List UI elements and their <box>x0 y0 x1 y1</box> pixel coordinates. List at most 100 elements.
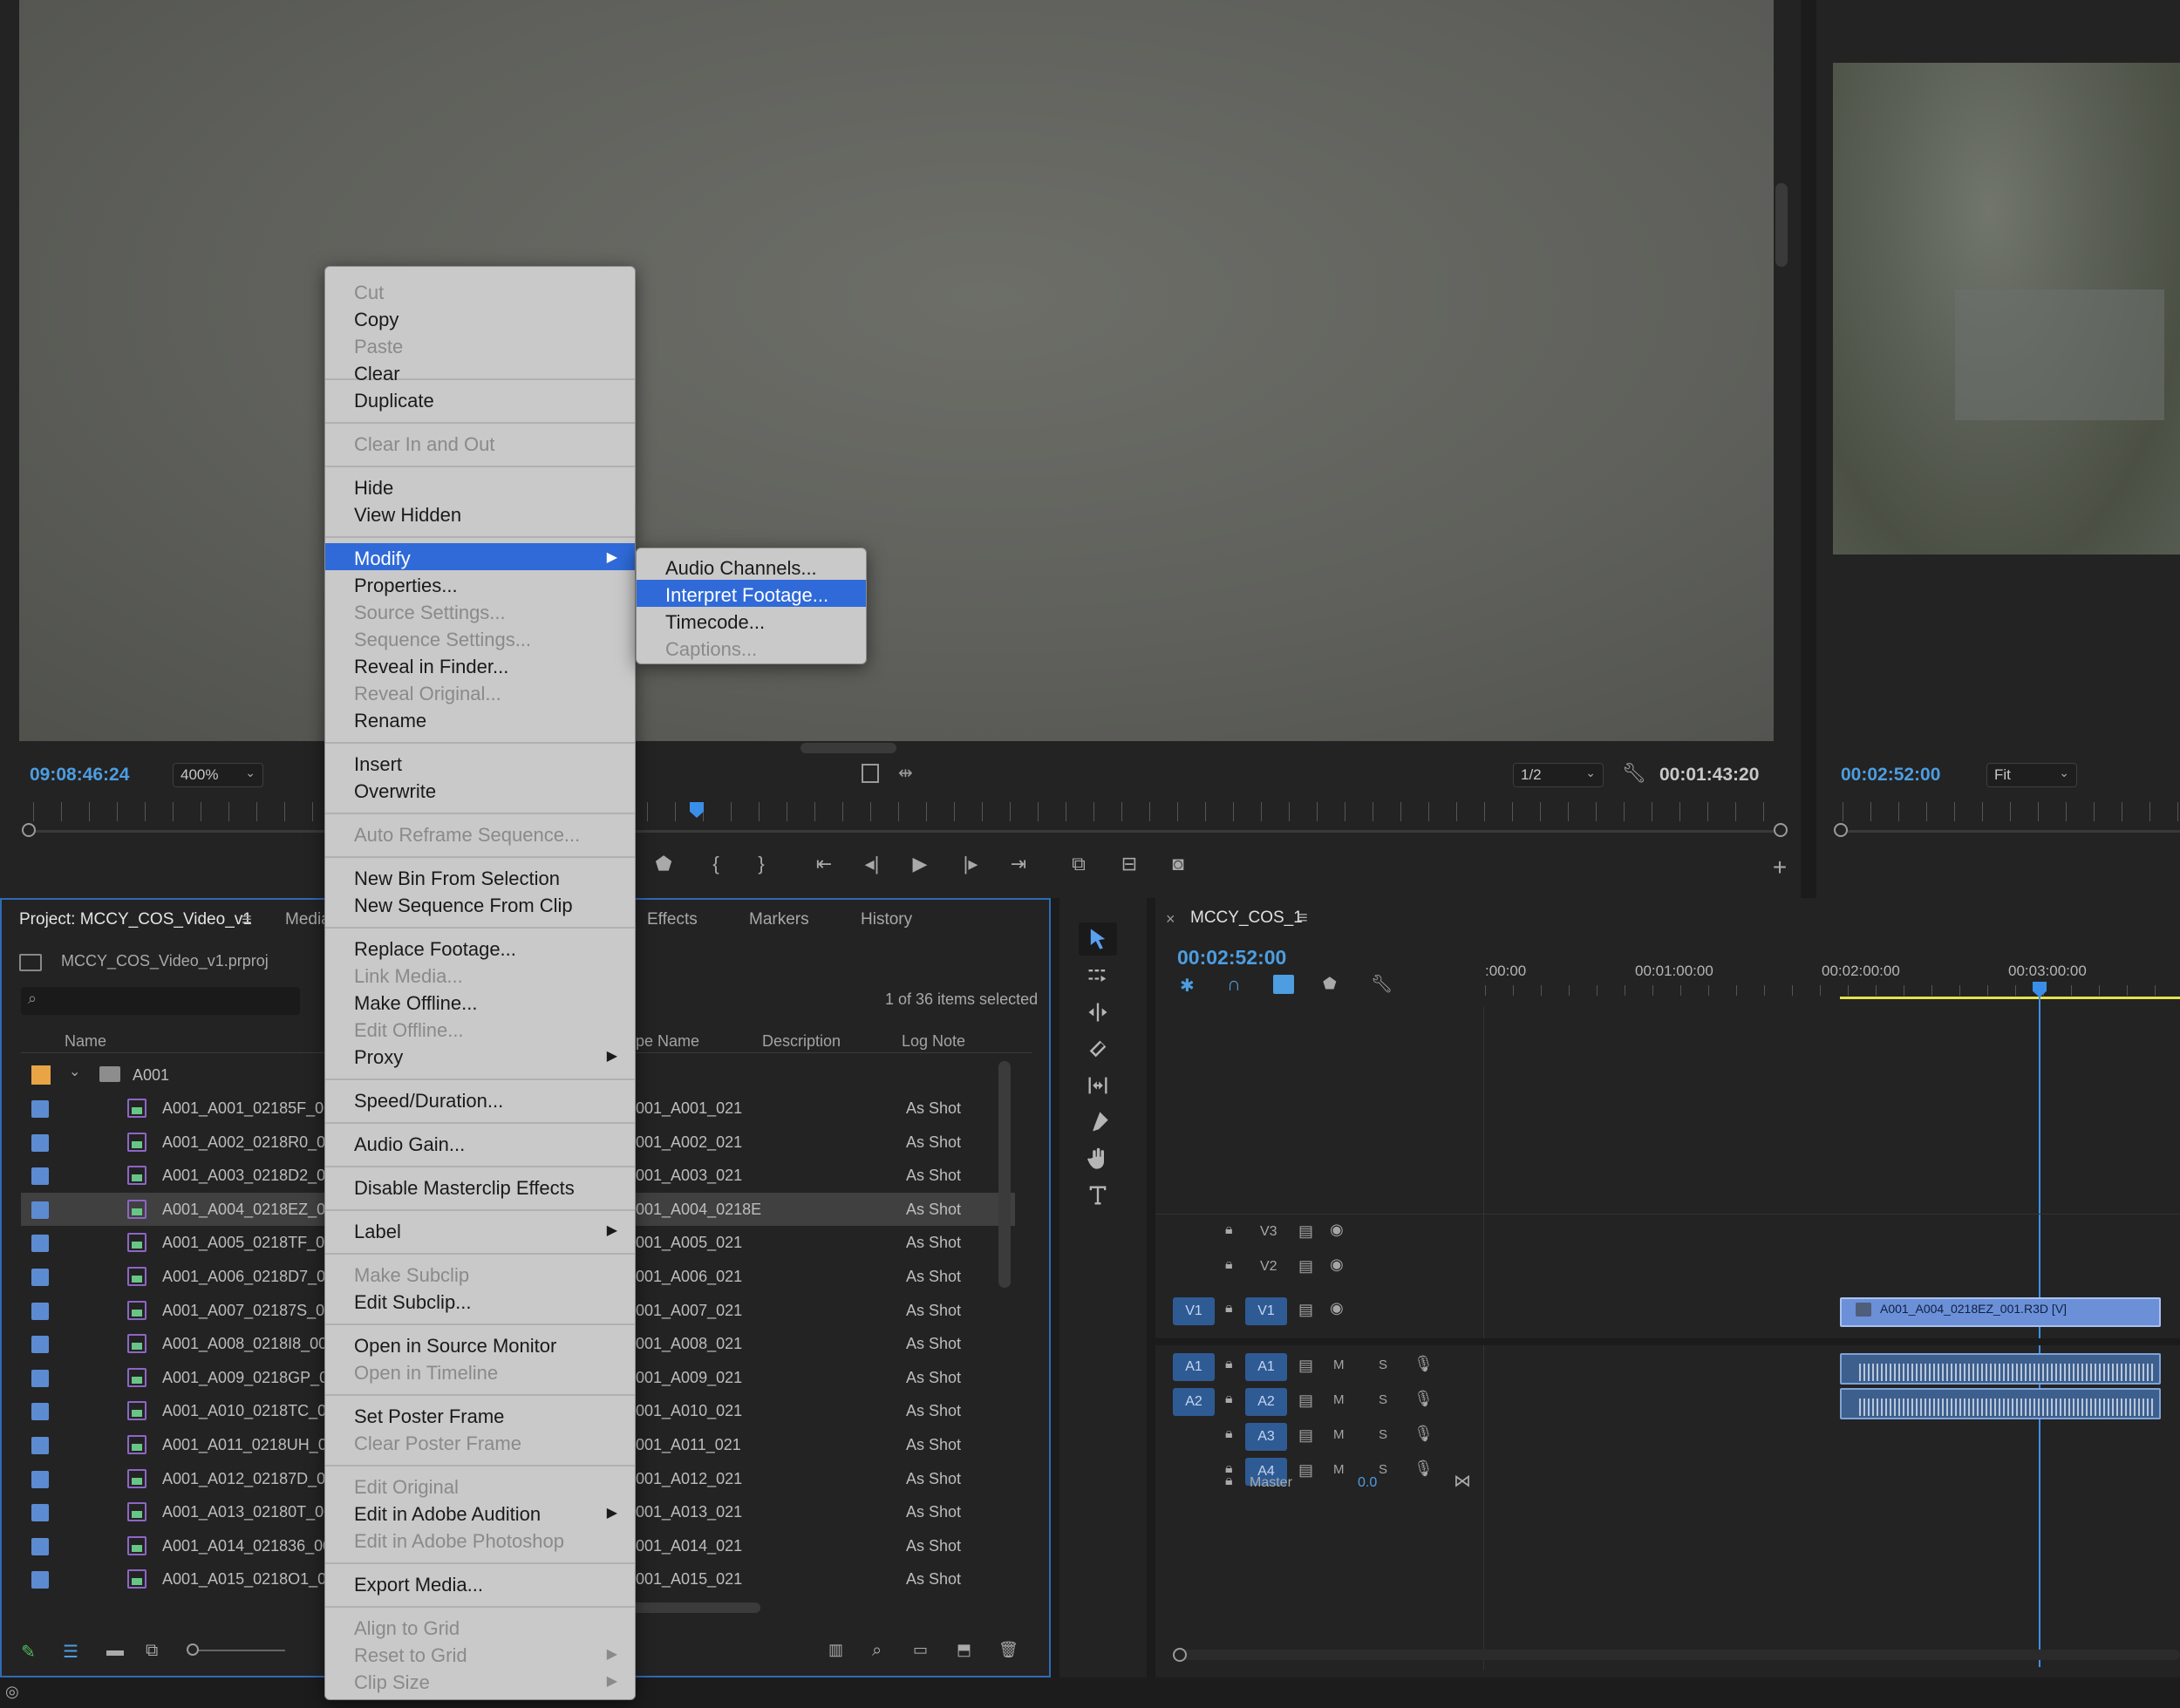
eye-icon[interactable]: ◉ <box>1330 1299 1344 1317</box>
camera-icon[interactable]: ◙ <box>1165 851 1191 877</box>
source-zoom-dropdown[interactable]: 400% ⌄ <box>173 763 263 787</box>
microphone-icon[interactable]: 🎙︎ <box>1414 1355 1434 1373</box>
marker-icon[interactable]: ⬟ <box>651 851 677 877</box>
menu-item[interactable]: Hide <box>325 473 635 500</box>
menu-item[interactable]: Export Media... <box>325 1569 635 1596</box>
lock-icon[interactable]: 🔒︎ <box>1225 1301 1233 1317</box>
new-item-icon[interactable]: ⬒ <box>957 1641 971 1659</box>
mark-out-icon[interactable]: } <box>748 851 774 877</box>
freeform-view-icon[interactable]: ⧉ <box>146 1641 158 1661</box>
audio-clip-a2[interactable] <box>1840 1388 2161 1419</box>
menu-item[interactable]: Make Offline... <box>325 988 635 1015</box>
source-scrollbar-horizontal[interactable] <box>800 743 896 753</box>
track-a2[interactable]: A2 <box>1245 1388 1287 1416</box>
mark-in-icon[interactable]: { <box>703 851 729 877</box>
step-back-icon[interactable]: ◂| <box>859 851 885 877</box>
source-video-frame[interactable] <box>19 0 1774 741</box>
solo-button[interactable]: S <box>1379 1427 1387 1442</box>
tab-effects[interactable]: Effects <box>647 910 698 929</box>
resolution-dropdown[interactable]: 1/2 ⌄ <box>1513 763 1604 787</box>
program-timecode[interactable]: 00:02:52:00 <box>1841 765 1940 786</box>
source-patch-v1[interactable]: V1 <box>1173 1297 1215 1325</box>
source-timecode[interactable]: 09:08:46:24 <box>30 765 129 786</box>
lock-icon[interactable]: 🔒︎ <box>1225 1257 1233 1273</box>
sync-lock-icon[interactable]: ▤ <box>1298 1257 1313 1276</box>
menu-item[interactable]: Proxy ▶ <box>325 1042 635 1069</box>
column-log-note[interactable]: Log Note <box>902 1032 965 1051</box>
razor-tool-icon[interactable] <box>1079 1032 1117 1065</box>
solo-button[interactable]: S <box>1379 1358 1387 1372</box>
type-tool-icon[interactable] <box>1079 1179 1117 1212</box>
selection-tool-icon[interactable] <box>1079 922 1117 956</box>
label-color-swatch[interactable] <box>31 1403 49 1421</box>
label-color-swatch[interactable] <box>31 1302 49 1320</box>
icon-view-icon[interactable]: ▬ <box>106 1641 124 1661</box>
microphone-icon[interactable]: 🎙︎ <box>1414 1460 1434 1478</box>
label-color-swatch[interactable] <box>31 1133 49 1152</box>
tab-markers[interactable]: Markers <box>749 910 809 929</box>
close-icon[interactable]: × <box>1166 910 1175 929</box>
submenu-item[interactable]: Interpret Footage... <box>637 580 866 607</box>
zoom-handle-right[interactable] <box>1774 823 1788 837</box>
sync-lock-icon[interactable]: ▤ <box>1298 1392 1313 1410</box>
menu-item[interactable]: Insert <box>325 749 635 776</box>
label-color-swatch[interactable] <box>31 1470 49 1488</box>
creative-cloud-icon[interactable]: ◎ <box>5 1683 19 1701</box>
menu-item[interactable]: Properties... <box>325 570 635 597</box>
microphone-icon[interactable]: 🎙︎ <box>1414 1390 1434 1408</box>
zoom-handle-left[interactable] <box>22 823 36 837</box>
label-color-swatch[interactable] <box>31 1437 49 1454</box>
mute-button[interactable]: M <box>1333 1358 1345 1372</box>
track-v1[interactable]: V1 <box>1245 1297 1287 1325</box>
label-color-swatch[interactable] <box>31 1504 49 1522</box>
track-v3[interactable]: V3 <box>1260 1224 1277 1240</box>
menu-item[interactable]: Disable Masterclip Effects <box>325 1173 635 1200</box>
add-marker-icon[interactable]: ⬟ <box>1323 975 1337 993</box>
project-search-input[interactable]: ⌕ <box>21 987 300 1015</box>
program-time-ruler[interactable] <box>1843 802 2180 821</box>
chevron-down-icon[interactable]: ⌄ <box>69 1063 80 1080</box>
submenu-item[interactable]: Timecode... <box>637 607 866 634</box>
mute-button[interactable]: M <box>1333 1427 1345 1442</box>
ripple-edit-tool-icon[interactable] <box>1079 996 1117 1029</box>
list-view-icon[interactable]: ☰ <box>63 1641 78 1663</box>
mute-button[interactable]: M <box>1333 1462 1345 1477</box>
label-color-swatch[interactable] <box>31 1571 49 1589</box>
timeline-timecode[interactable]: 00:02:52:00 <box>1177 946 1286 970</box>
panel-menu-icon[interactable]: ≡ <box>1298 908 1308 929</box>
menu-item[interactable]: Overwrite <box>325 776 635 803</box>
menu-item[interactable]: Edit Subclip... <box>325 1287 635 1314</box>
overwrite-icon[interactable]: ⊟ <box>1116 851 1142 877</box>
menu-item[interactable]: Replace Footage... <box>325 934 635 961</box>
label-color-swatch[interactable] <box>31 1235 49 1253</box>
go-to-out-icon[interactable]: ⇥ <box>1005 851 1032 877</box>
program-video-frame[interactable] <box>1833 63 2180 555</box>
menu-item[interactable]: Modify ▶ <box>325 543 635 570</box>
timeline-time-ruler[interactable] <box>1485 985 2180 996</box>
label-color-swatch[interactable] <box>31 1537 49 1555</box>
step-forward-icon[interactable]: |▸ <box>957 851 984 877</box>
audio-clip-a1[interactable] <box>1840 1353 2161 1385</box>
lock-icon[interactable]: 🔒︎ <box>1225 1426 1233 1442</box>
menu-item[interactable]: Duplicate <box>325 385 635 412</box>
menu-item[interactable]: Audio Gain... <box>325 1129 635 1156</box>
label-color-swatch[interactable] <box>31 1369 49 1387</box>
menu-item[interactable]: Copy <box>325 304 635 331</box>
microphone-icon[interactable]: 🎙︎ <box>1414 1425 1434 1443</box>
track-v2[interactable]: V2 <box>1260 1259 1277 1275</box>
snap-magnet-icon[interactable]: ∩ <box>1227 973 1241 996</box>
menu-item[interactable]: View Hidden <box>325 500 635 527</box>
label-color-swatch[interactable] <box>31 1336 49 1354</box>
track-a1[interactable]: A1 <box>1245 1353 1287 1381</box>
go-to-in-icon[interactable]: ⇤ <box>811 851 837 877</box>
wrench-icon[interactable]: 🔧︎ <box>1371 973 1393 995</box>
sync-lock-icon[interactable]: ▤ <box>1298 1357 1313 1375</box>
master-volume-value[interactable]: 0.0 <box>1358 1475 1377 1491</box>
menu-item[interactable]: Label ▶ <box>325 1216 635 1243</box>
slip-tool-icon[interactable] <box>1079 1069 1117 1102</box>
label-color-swatch[interactable] <box>31 1201 49 1219</box>
work-area-bar[interactable] <box>1840 997 2180 999</box>
menu-item[interactable]: Reveal in Finder... <box>325 651 635 678</box>
timeline-zoom-bar[interactable] <box>1180 1650 2180 1660</box>
add-button-icon[interactable]: + <box>1767 854 1793 881</box>
